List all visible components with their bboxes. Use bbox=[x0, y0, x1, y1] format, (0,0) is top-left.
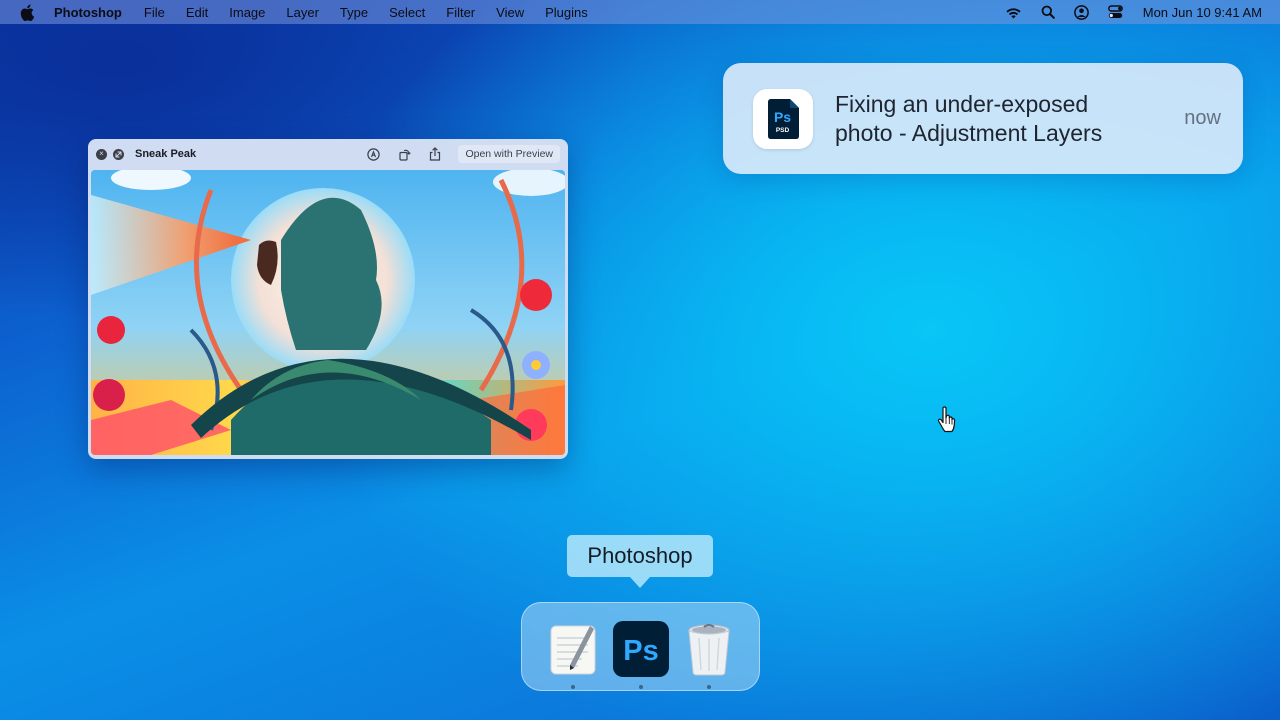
notification-title: Fixing an under-exposed photo - Adjustme… bbox=[835, 90, 1103, 146]
dock-tooltip: Photoshop bbox=[567, 535, 713, 577]
menu-type[interactable]: Type bbox=[340, 5, 368, 20]
textedit-icon[interactable] bbox=[544, 620, 602, 678]
notification-banner[interactable]: Ps PSD Fixing an under-exposed photo - A… bbox=[723, 63, 1243, 174]
hand-pointer-cursor-icon bbox=[936, 406, 960, 434]
textedit-running-indicator bbox=[571, 685, 575, 689]
quicklook-title: Sneak Peak bbox=[135, 148, 197, 160]
trash-indicator bbox=[707, 685, 711, 689]
menu-select[interactable]: Select bbox=[389, 5, 425, 20]
menu-clock[interactable]: Mon Jun 10 9:41 AM bbox=[1143, 5, 1262, 20]
share-icon[interactable] bbox=[427, 146, 443, 162]
notification-icon-sublabel: PSD bbox=[776, 127, 790, 134]
quicklook-toolbar: × Sneak Peak Open with Preview bbox=[88, 139, 568, 169]
photoshop-running-indicator bbox=[639, 685, 643, 689]
user-icon[interactable] bbox=[1073, 3, 1091, 21]
menu-app-name[interactable]: Photoshop bbox=[54, 5, 122, 20]
menu-bar: Photoshop File Edit Image Layer Type Sel… bbox=[0, 0, 1280, 24]
menu-file[interactable]: File bbox=[144, 5, 165, 20]
menu-plugins[interactable]: Plugins bbox=[545, 5, 588, 20]
menu-layer[interactable]: Layer bbox=[286, 5, 319, 20]
dock: Ps bbox=[521, 602, 760, 691]
menu-image[interactable]: Image bbox=[229, 5, 265, 20]
preview-image bbox=[91, 170, 565, 455]
apple-menu-icon[interactable] bbox=[18, 3, 36, 21]
photoshop-dock-label: Ps bbox=[623, 635, 658, 667]
notification-icon-label: Ps bbox=[774, 109, 791, 125]
menu-filter[interactable]: Filter bbox=[446, 5, 475, 20]
wifi-icon[interactable] bbox=[1005, 3, 1023, 21]
control-center-icon[interactable] bbox=[1107, 3, 1125, 21]
open-with-preview-button[interactable]: Open with Preview bbox=[458, 145, 560, 163]
dock-tooltip-arrow bbox=[630, 577, 650, 588]
close-icon[interactable]: × bbox=[96, 148, 107, 160]
menu-edit[interactable]: Edit bbox=[186, 5, 208, 20]
quicklook-window[interactable]: × Sneak Peak Open with Preview bbox=[88, 139, 568, 459]
markup-icon[interactable] bbox=[365, 146, 381, 162]
search-icon[interactable] bbox=[1039, 3, 1057, 21]
photoshop-file-icon: Ps PSD bbox=[753, 88, 813, 149]
rotate-icon[interactable] bbox=[396, 146, 412, 162]
trash-icon[interactable] bbox=[680, 620, 738, 678]
fullscreen-icon[interactable] bbox=[113, 148, 124, 160]
menu-view[interactable]: View bbox=[496, 5, 524, 20]
notification-time: now bbox=[1184, 107, 1221, 129]
photoshop-icon[interactable]: Ps bbox=[612, 620, 670, 678]
